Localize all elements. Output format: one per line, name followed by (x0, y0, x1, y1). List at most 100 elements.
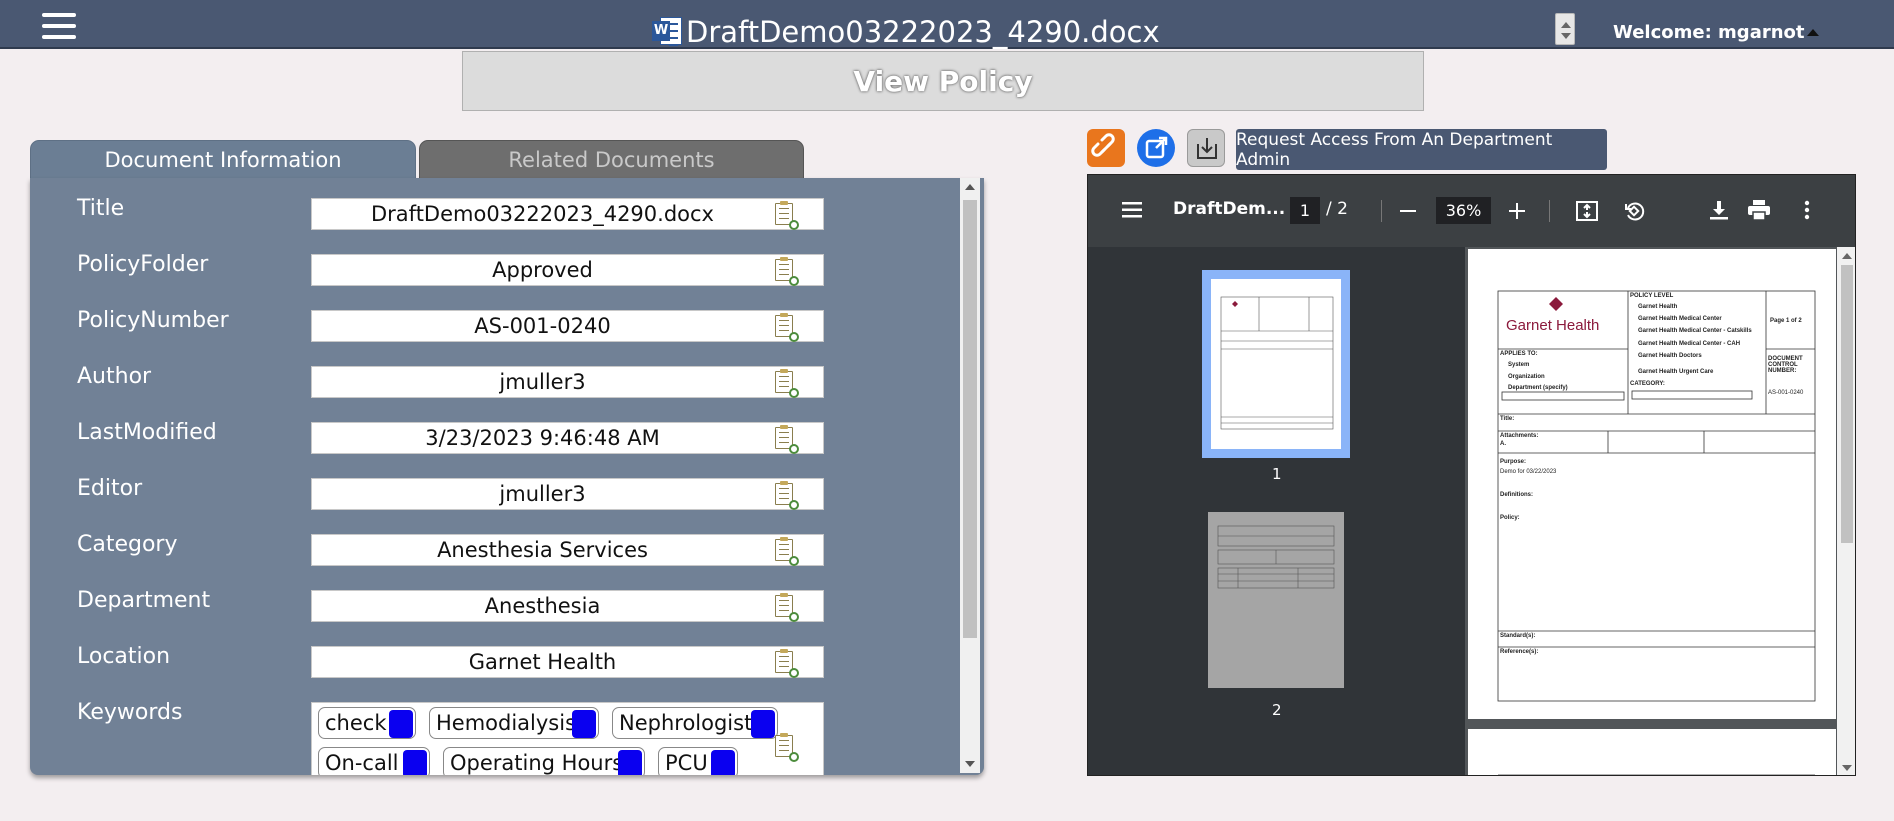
download-icon[interactable] (1710, 200, 1728, 220)
zoom-in-icon[interactable] (1509, 203, 1525, 219)
remove-keyword-button[interactable] (572, 710, 596, 738)
copy-icon[interactable] (775, 257, 799, 286)
scrollbar-thumb[interactable] (1841, 265, 1853, 543)
user-menu[interactable]: Welcome: mgarnot (1613, 22, 1819, 43)
keyword-text: PCU (665, 751, 708, 775)
department-value: Anesthesia (484, 594, 601, 618)
page-number-input[interactable]: 1 (1290, 197, 1320, 224)
copy-icon[interactable] (775, 425, 799, 454)
references-heading: Reference(s): (1500, 649, 1539, 655)
scroll-up-arrow-icon[interactable] (965, 184, 975, 190)
title-value: DraftDemo03222023_4290.docx (371, 202, 714, 226)
copy-icon[interactable] (775, 313, 799, 342)
download-button[interactable] (1187, 129, 1225, 167)
title-field[interactable]: DraftDemo03222023_4290.docx (311, 198, 824, 230)
keywords-label: Keywords (77, 700, 183, 725)
scrollbar-thumb[interactable] (963, 200, 977, 638)
category-field[interactable]: Anesthesia Services (311, 534, 824, 566)
request-access-button[interactable]: Request Access From An Department Admin (1236, 129, 1607, 170)
level-option: Garnet Health Medical Center - Catskills (1638, 328, 1752, 334)
last-modified-label: LastModified (77, 420, 217, 445)
author-label: Author (77, 364, 152, 389)
copy-icon[interactable] (775, 537, 799, 566)
caret-up-icon (1806, 29, 1819, 36)
copy-icon[interactable] (775, 593, 799, 622)
keywords-field[interactable]: check Hemodialysis Nephrologist On-call … (311, 702, 824, 775)
policy-folder-label: PolicyFolder (77, 252, 209, 277)
policy-level-heading: POLICY LEVEL (1630, 293, 1674, 299)
tab-related-documents[interactable]: Related Documents (419, 140, 804, 180)
welcome-text: Welcome: mgarnot (1613, 22, 1805, 43)
scroll-up-arrow-icon[interactable] (1842, 253, 1852, 259)
keyword-chip: PCU (658, 747, 738, 775)
policy-number-field[interactable]: AS-001-0240 (311, 310, 824, 342)
purpose-heading: Purpose: (1500, 459, 1527, 465)
menu-icon[interactable] (42, 13, 76, 41)
keyword-text: Nephrologist (619, 711, 753, 735)
keyword-chip: Hemodialysis (429, 707, 599, 739)
policy-folder-field[interactable]: Approved (311, 254, 824, 286)
copy-link-button[interactable] (1087, 129, 1125, 167)
thumbnail-page-image (1211, 279, 1341, 449)
title-label: Title (77, 196, 125, 221)
scroll-spinner[interactable] (1555, 13, 1575, 45)
pdf-scrollbar[interactable] (1837, 247, 1855, 775)
remove-keyword-button[interactable] (751, 710, 775, 738)
open-external-button[interactable] (1137, 129, 1175, 167)
author-field[interactable]: jmuller3 (311, 366, 824, 398)
page-thumbnail-2[interactable] (1208, 512, 1344, 688)
panel-scrollbar[interactable] (960, 178, 980, 773)
category-value: Anesthesia Services (437, 538, 648, 562)
word-document-icon: W (652, 17, 682, 47)
print-icon[interactable] (1748, 200, 1770, 220)
document-title: W DraftDemo03222023_4290.docx (652, 14, 1160, 50)
editor-label: Editor (77, 476, 143, 501)
keyword-chip: On-call (318, 747, 430, 775)
level-option: Garnet Health Urgent Care (1638, 369, 1714, 375)
copy-icon[interactable] (775, 649, 799, 678)
pdf-page-2 (1468, 729, 1836, 775)
scroll-down-arrow-icon[interactable] (965, 761, 975, 767)
fit-page-icon[interactable] (1576, 201, 1598, 221)
link-icon (1091, 133, 1115, 157)
zoom-level[interactable]: 36% (1436, 197, 1491, 224)
document-filename: DraftDemo03222023_4290.docx (686, 15, 1160, 49)
copy-icon[interactable] (775, 733, 799, 762)
keyword-text: check (325, 711, 387, 735)
pdf-page-1: Garnet Health POLICY LEVEL Garnet Health… (1468, 249, 1836, 719)
department-field[interactable]: Anesthesia (311, 590, 824, 622)
location-label: Location (77, 644, 171, 669)
applies-option: Department (specify) (1508, 385, 1568, 391)
tab-document-information[interactable]: Document Information (30, 140, 416, 180)
document-control-number: AS-001-0240 (1768, 390, 1804, 396)
scroll-down-arrow-icon[interactable] (1842, 765, 1852, 771)
author-value: jmuller3 (499, 370, 586, 394)
zoom-out-icon[interactable] (1400, 203, 1416, 219)
applies-option: Organization (1508, 374, 1545, 380)
thumbnail-sidebar: 1 2 (1088, 247, 1465, 775)
remove-keyword-button[interactable] (403, 750, 427, 775)
policy-number-label: PolicyNumber (77, 308, 229, 333)
sidebar-menu-icon[interactable] (1122, 201, 1142, 219)
copy-icon[interactable] (775, 481, 799, 510)
remove-keyword-button[interactable] (618, 750, 642, 775)
level-option: Garnet Health (1638, 304, 1678, 310)
remove-keyword-button[interactable] (389, 710, 413, 738)
editor-field[interactable]: jmuller3 (311, 478, 824, 510)
applies-to-heading: APPLIES TO: (1500, 351, 1538, 357)
applies-option: System (1508, 362, 1530, 368)
view-policy-button[interactable]: View Policy (462, 51, 1424, 111)
last-modified-field[interactable]: 3/23/2023 9:46:48 AM (311, 422, 824, 454)
purpose-text: Demo for 03/22/2023 (1500, 469, 1557, 475)
page-thumbnail-1[interactable] (1202, 270, 1350, 458)
copy-icon[interactable] (775, 369, 799, 398)
keyword-text: On-call (325, 751, 399, 775)
rotate-icon[interactable] (1623, 200, 1645, 222)
copy-icon[interactable] (775, 201, 799, 230)
page-of-text: Page 1 of 2 (1770, 318, 1802, 324)
page-total: / 2 (1326, 199, 1348, 219)
remove-keyword-button[interactable] (711, 750, 735, 775)
location-field[interactable]: Garnet Health (311, 646, 824, 678)
keyword-text: Operating Hours (450, 751, 624, 775)
more-options-icon[interactable] (1804, 200, 1810, 220)
